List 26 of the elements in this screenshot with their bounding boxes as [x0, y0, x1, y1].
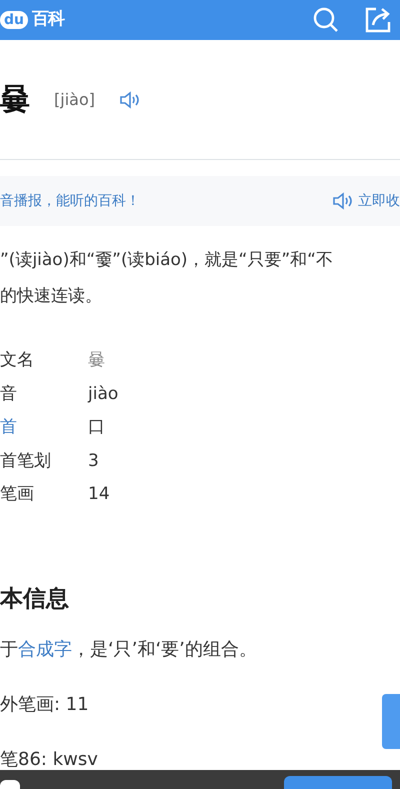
entry-title: 嘦 [0, 81, 30, 119]
speaker-icon[interactable] [118, 90, 141, 108]
search-icon[interactable] [312, 6, 340, 34]
info-label: 文名 [0, 349, 35, 372]
pinyin-text: [jiào] [54, 88, 95, 110]
info-label: 首笔划 [0, 450, 52, 472]
summary-line: 的快速连读。 [0, 285, 103, 308]
banner-text: 音播报，能听的百科！ [0, 192, 140, 210]
info-value: 14 [88, 483, 110, 506]
share-icon[interactable] [364, 6, 392, 34]
info-label: 音 [0, 382, 18, 406]
logo-text: 百科 [32, 8, 64, 32]
paragraph: 外笔画: 11 [0, 693, 90, 717]
link[interactable]: 合成字 [18, 639, 72, 660]
info-value: 3 [88, 450, 99, 472]
paragraph: 于合成字，是‘只’和‘要’的组合。 [0, 638, 258, 662]
paragraph: 笔86: kwsv [0, 748, 99, 772]
speaker-icon[interactable] [332, 192, 354, 210]
logo-mark: du [0, 11, 28, 29]
info-label-link[interactable]: 首 [0, 411, 88, 444]
info-value: 嘦 [88, 349, 105, 372]
info-value: 口 [88, 416, 105, 439]
info-value: jiào [88, 382, 118, 406]
summary-line: ”(读jiào)和“嫑”(读biáo)，就是“只要”和“不 [0, 249, 334, 272]
info-label: 笔画 [0, 483, 35, 506]
listen-link[interactable]: 立即收 [358, 190, 400, 212]
